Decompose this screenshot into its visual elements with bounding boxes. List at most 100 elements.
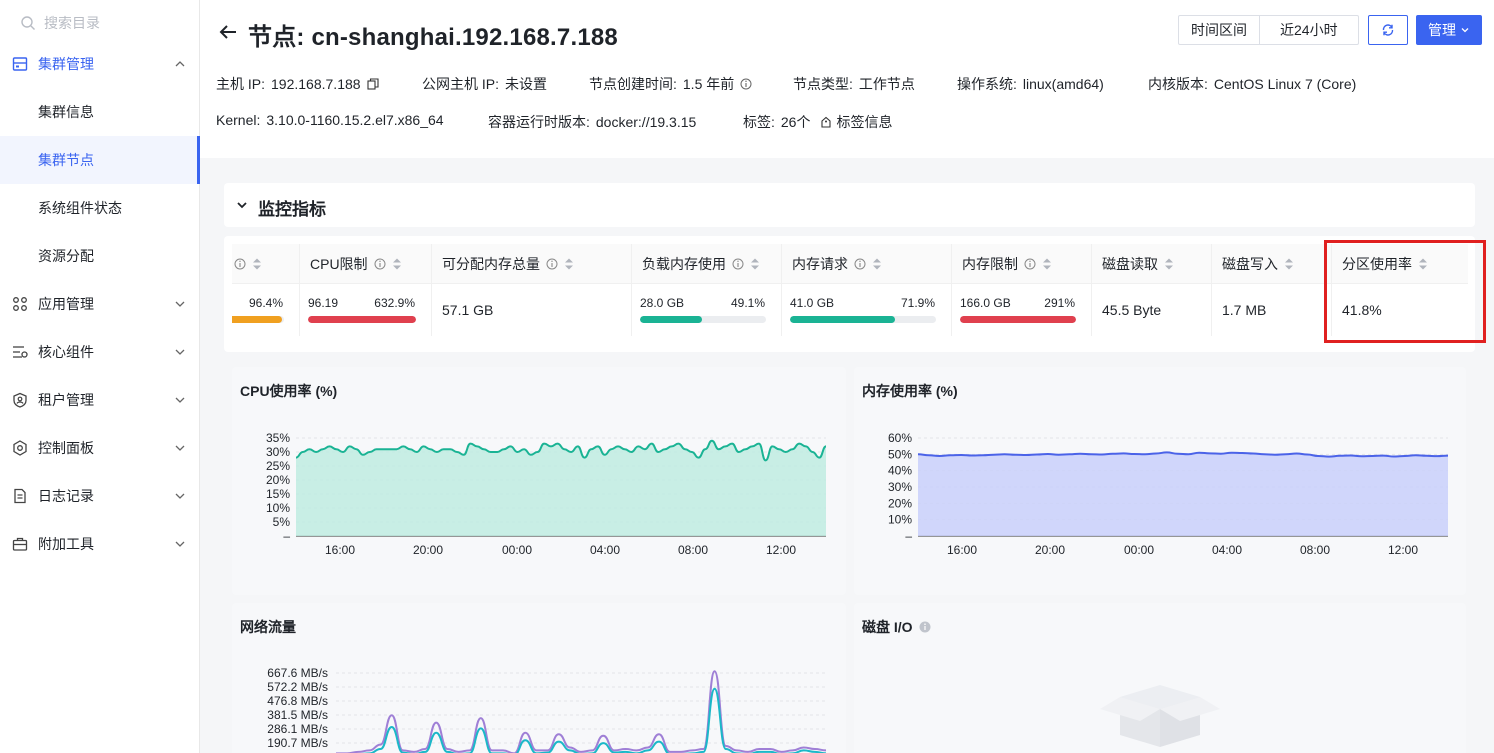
sort-icon[interactable] bbox=[1164, 257, 1174, 271]
metric-header[interactable]: 分区使用率 bbox=[1332, 244, 1468, 284]
meta-value: 26个 bbox=[780, 114, 811, 130]
monitor-section-header[interactable]: 监控指标 bbox=[224, 183, 1475, 227]
metrics-table-scroll[interactable]: 96.4% CPU限制 96.19 632.9% 可分配内存总量 57.1 GB 负载内存使… bbox=[232, 244, 1468, 336]
nav-group-label: 附加工具 bbox=[38, 536, 94, 552]
info-icon[interactable] bbox=[919, 621, 931, 633]
y-tick-label: 381.5 MB/s bbox=[267, 708, 328, 722]
nav-group-tools[interactable]: 附加工具 bbox=[0, 520, 200, 568]
sidebar-item-component-status[interactable]: 系统组件状态 bbox=[0, 184, 200, 232]
chevron-down-icon bbox=[175, 397, 185, 403]
nav-group-core[interactable]: 核心组件 bbox=[0, 328, 200, 376]
metric-header-label: 可分配内存总量 bbox=[442, 255, 540, 272]
metric-header[interactable]: 磁盘读取 bbox=[1092, 244, 1211, 284]
y-tick-label: 30% bbox=[266, 445, 290, 459]
catalog-search[interactable]: 搜索目录 bbox=[20, 12, 100, 34]
metric-header[interactable]: 内存请求 bbox=[782, 244, 951, 284]
metric-used-value: 41.0 GB bbox=[790, 296, 835, 310]
y-tick-label: 50% bbox=[888, 447, 912, 461]
info-icon[interactable] bbox=[1024, 258, 1036, 270]
metric-value: 41.8% bbox=[1342, 302, 1382, 318]
info-icon[interactable] bbox=[854, 258, 866, 270]
sort-icon[interactable] bbox=[1418, 257, 1428, 271]
y-tick-label: 667.6 MB/s bbox=[267, 666, 328, 680]
network-traffic-chart: 190.7 MB/s286.1 MB/s381.5 MB/s476.8 MB/s… bbox=[267, 666, 827, 753]
cpu-usage-card: CPU使用率 (%) –5% 10% 15% 20% 25% 30% 35% 16:00 20:… bbox=[232, 367, 846, 595]
meta-key: 内核版本: bbox=[1148, 76, 1208, 92]
disk-chart-title-wrap: 磁盘 I/O bbox=[862, 617, 931, 637]
nav-group-apps[interactable]: 应用管理 bbox=[0, 280, 200, 328]
memory-usage-card: 内存使用率 (%) –10% 20% 30% 40% 50% 60% 16:00 20:00 0… bbox=[854, 367, 1466, 595]
metric-header-label: 分区使用率 bbox=[1342, 255, 1412, 272]
sort-icon[interactable] bbox=[252, 257, 262, 271]
y-tick-label: 10% bbox=[888, 513, 912, 527]
nav-group-tenant[interactable]: 租户管理 bbox=[0, 376, 200, 424]
metric-column: 96.4% bbox=[232, 244, 300, 336]
area-fill bbox=[918, 452, 1448, 536]
chevron-down-icon bbox=[175, 349, 185, 355]
log-icon bbox=[14, 488, 26, 504]
metric-header[interactable]: CPU限制 bbox=[300, 244, 431, 284]
nav-group-cluster[interactable]: 集群管理 bbox=[0, 40, 200, 88]
sidebar-item-label: 资源分配 bbox=[38, 248, 94, 264]
metric-header[interactable]: 磁盘写入 bbox=[1212, 244, 1331, 284]
time-range-value[interactable]: 近24小时 bbox=[1259, 16, 1358, 44]
y-tick-label: 35% bbox=[266, 431, 290, 445]
time-range-selector[interactable]: 时间区间 近24小时 bbox=[1178, 15, 1359, 45]
nav-group-control-panel[interactable]: 控制面板 bbox=[0, 424, 200, 472]
metric-header-label: 内存请求 bbox=[792, 255, 848, 272]
meta-key: 操作系统: bbox=[957, 76, 1017, 92]
meta-container-runtime: 容器运行时版本: docker://19.3.15 bbox=[488, 112, 696, 132]
x-tick-label: 12:00 bbox=[766, 543, 796, 557]
metric-percent: 632.9% bbox=[374, 296, 415, 310]
info-icon[interactable] bbox=[374, 258, 386, 270]
metric-used-value: 96.19 bbox=[308, 296, 339, 310]
meta-key: 节点创建时间: bbox=[589, 76, 677, 92]
metric-header[interactable] bbox=[232, 244, 299, 284]
node-header: 节点: cn-shanghai.192.168.7.188 时间区间 近24小时… bbox=[200, 0, 1494, 158]
sort-icon[interactable] bbox=[392, 257, 402, 271]
info-icon[interactable] bbox=[546, 258, 558, 270]
y-tick-label: 15% bbox=[266, 487, 290, 501]
y-tick-label: 25% bbox=[266, 459, 290, 473]
sidebar-item-cluster-nodes[interactable]: 集群节点 bbox=[0, 136, 200, 184]
chevron-down-icon bbox=[175, 541, 185, 547]
info-icon[interactable] bbox=[234, 258, 246, 270]
info-icon[interactable] bbox=[732, 258, 744, 270]
nav-group-label: 应用管理 bbox=[38, 296, 94, 312]
meta-value: 3.10.0-1160.15.2.el7.x86_64 bbox=[266, 112, 444, 128]
chevron-down-icon bbox=[175, 445, 185, 451]
sidebar-item-cluster-info[interactable]: 集群信息 bbox=[0, 88, 200, 136]
chevron-down-icon bbox=[237, 202, 247, 209]
sort-icon[interactable] bbox=[872, 257, 882, 271]
label-info-text: 标签信息 bbox=[836, 114, 893, 130]
metric-column: 内存限制 166.0 GB 291% bbox=[952, 244, 1092, 336]
sidebar: 搜索目录 集群管理 集群信息 集群节点 系统组件状态 资源分配 应用管理 核心组… bbox=[0, 0, 200, 753]
nav-group-logs[interactable]: 日志记录 bbox=[0, 472, 200, 520]
manage-button[interactable]: 管理 bbox=[1416, 15, 1482, 45]
meta-key: Kernel: bbox=[216, 112, 261, 128]
metric-header[interactable]: 可分配内存总量 bbox=[432, 244, 631, 284]
metric-used-value: 28.0 GB bbox=[640, 296, 685, 310]
refresh-button[interactable] bbox=[1368, 15, 1408, 45]
sort-icon[interactable] bbox=[564, 257, 574, 271]
empty-box-icon bbox=[1100, 685, 1220, 747]
label-info-link[interactable]: 标签信息 bbox=[820, 112, 892, 132]
back-arrow-icon[interactable] bbox=[218, 22, 238, 42]
metric-column: 磁盘读取 45.5 Byte bbox=[1092, 244, 1212, 336]
series-line bbox=[336, 670, 827, 753]
copy-icon[interactable] bbox=[366, 78, 379, 90]
x-tick-label: 20:00 bbox=[413, 543, 443, 557]
sidebar-item-resource-allocation[interactable]: 资源分配 bbox=[0, 232, 200, 280]
y-tick-label: – bbox=[283, 529, 290, 543]
sort-icon[interactable] bbox=[750, 257, 760, 271]
metric-header[interactable]: 内存限制 bbox=[952, 244, 1091, 284]
info-icon[interactable] bbox=[740, 78, 752, 90]
metric-header[interactable]: 负载内存使用 bbox=[632, 244, 781, 284]
sort-icon[interactable] bbox=[1042, 257, 1052, 271]
network-traffic-card: 网络流量 190.7 MB/s 286.1 MB/s 381.5 MB/s 476.8… bbox=[232, 603, 846, 753]
metric-used-value: 166.0 GB bbox=[960, 296, 1011, 310]
toolbox-icon bbox=[12, 537, 28, 551]
section-title: 监控指标 bbox=[258, 200, 326, 219]
sort-icon[interactable] bbox=[1284, 257, 1294, 271]
metric-header-label: 内存限制 bbox=[962, 255, 1018, 272]
